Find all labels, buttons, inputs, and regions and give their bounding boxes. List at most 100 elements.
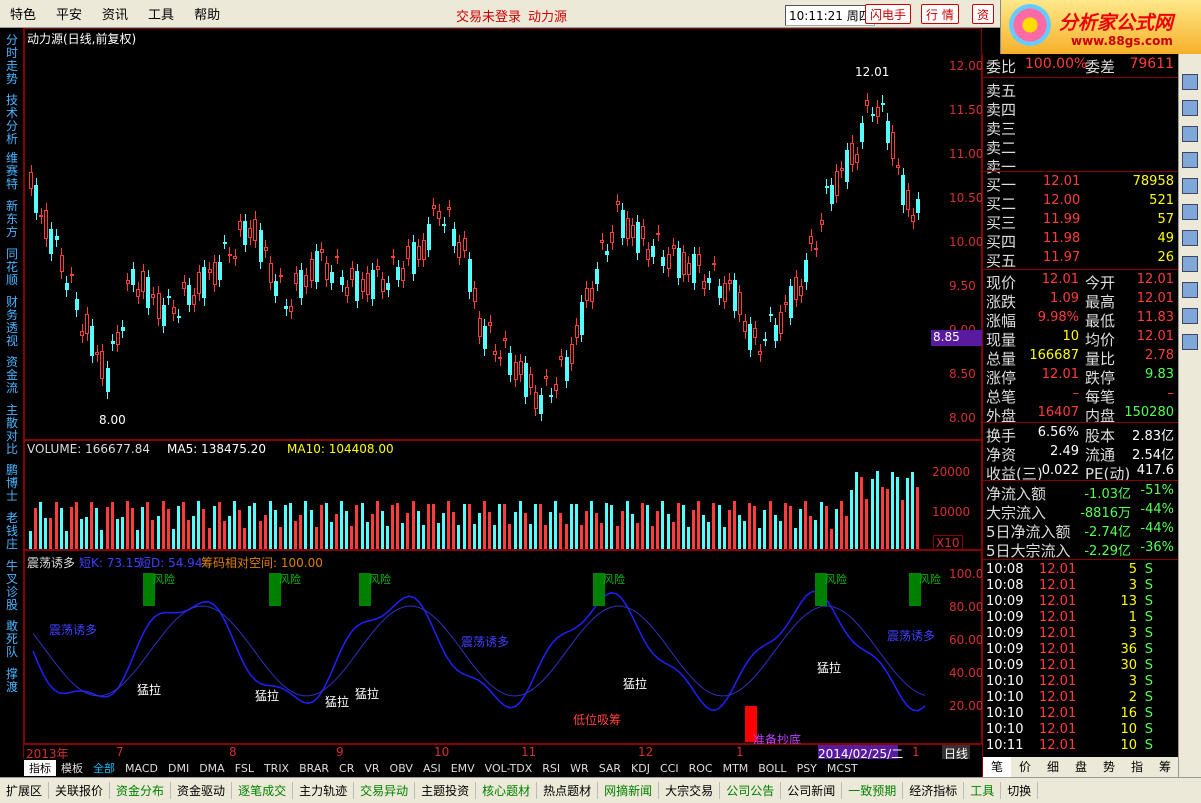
- volume-bar: [559, 512, 563, 549]
- module-tab[interactable]: 主题投资: [415, 782, 477, 799]
- module-tab[interactable]: 公司新闻: [781, 782, 843, 799]
- login-status[interactable]: 交易未登录: [456, 6, 521, 25]
- sq-icon[interactable]: [1182, 334, 1198, 350]
- quote-button[interactable]: 行 情: [921, 4, 959, 24]
- indicator-tab[interactable]: ASI: [418, 762, 446, 775]
- module-tab[interactable]: 公司公告: [720, 782, 782, 799]
- indicator-tab[interactable]: SAR: [594, 762, 626, 775]
- low-price-label: 8.00: [99, 413, 126, 427]
- tab-gansidui[interactable]: 敢死队: [4, 620, 20, 659]
- module-tab[interactable]: 网摘新闻: [598, 782, 660, 799]
- candle-body: [906, 189, 911, 211]
- bars-icon[interactable]: [1182, 100, 1198, 116]
- volume-bar: [421, 525, 425, 549]
- tab-weisaite[interactable]: 维赛特: [4, 152, 20, 191]
- tab-baidu[interactable]: 撑渡: [4, 668, 20, 694]
- module-tab[interactable]: 资金分布: [110, 782, 172, 799]
- line-icon[interactable]: [1182, 126, 1198, 142]
- tab-pengboshi[interactable]: 鹏博士: [4, 464, 20, 503]
- module-tab[interactable]: 经济指标: [903, 782, 965, 799]
- indicator-tab[interactable]: DMA: [194, 762, 230, 775]
- indicator-tab[interactable]: EMV: [446, 762, 480, 775]
- indicator-tab[interactable]: WR: [565, 762, 594, 775]
- module-tab[interactable]: 关联报价: [49, 782, 111, 799]
- quote-tab[interactable]: 盘: [1067, 757, 1095, 777]
- volume-chart[interactable]: VOLUME: 166677.84 MA5: 138475.20 MA10: 1…: [24, 440, 982, 551]
- indicator-tab[interactable]: RSI: [537, 762, 565, 775]
- info-button[interactable]: 资: [972, 4, 995, 24]
- kn-icon[interactable]: [1182, 204, 1198, 220]
- tab-diagnosis[interactable]: 牛叉诊股: [4, 560, 20, 612]
- tab-tonghuashun[interactable]: 同花顺: [4, 248, 20, 287]
- indicator-tab[interactable]: 模板: [56, 760, 88, 776]
- tab-fundflow[interactable]: 资金流: [4, 356, 20, 395]
- x-icon[interactable]: [1182, 282, 1198, 298]
- indicator-tab[interactable]: 指标: [24, 760, 56, 776]
- tab-technical[interactable]: 技术分析: [4, 94, 20, 146]
- indicator-tab[interactable]: KDJ: [626, 762, 655, 775]
- indicator-chart[interactable]: 震荡诱多 短K: 73.15 短D: 54.94 筹码相对空间: 100.00 …: [24, 550, 991, 747]
- price-chart[interactable]: 动力源(日线,前复权) 12.00 11.50 11.00 10.50 10.00 9.5…: [24, 28, 983, 440]
- quote-tab[interactable]: 筹: [1151, 757, 1179, 777]
- volume-bar: [768, 501, 772, 549]
- fi-icon[interactable]: [1182, 178, 1198, 194]
- flash-order-button[interactable]: 闪电手: [865, 4, 912, 24]
- module-tab[interactable]: 一致预期: [842, 782, 904, 799]
- fundamental-value: 2.83亿: [1132, 429, 1174, 444]
- module-tab[interactable]: 热点题材: [537, 782, 599, 799]
- indicator-tab[interactable]: BOLL: [753, 762, 791, 775]
- module-tab[interactable]: 扩展区: [0, 782, 50, 799]
- module-tab[interactable]: 逐笔成交: [232, 782, 294, 799]
- quote-tab[interactable]: 势: [1095, 757, 1123, 777]
- menu-item-news[interactable]: 资讯: [92, 4, 138, 23]
- module-tab[interactable]: 资金驱动: [171, 782, 233, 799]
- dot-icon[interactable]: [1182, 74, 1198, 90]
- sell-level-label: 卖四: [986, 101, 1017, 119]
- quote-tab[interactable]: 价: [1011, 757, 1039, 777]
- indicator-tab[interactable]: DMI: [163, 762, 194, 775]
- plus-icon[interactable]: [1182, 308, 1198, 324]
- indicator-tab[interactable]: MCST: [822, 762, 863, 775]
- menu-item-pingan[interactable]: 平安: [46, 4, 92, 23]
- tab-laoqianzhuang[interactable]: 老钱庄: [4, 512, 20, 551]
- cs-icon[interactable]: [1182, 152, 1198, 168]
- indicator-tab[interactable]: VOL-TDX: [480, 762, 538, 775]
- module-tab[interactable]: 主力轨迹: [293, 782, 355, 799]
- tab-intraday[interactable]: 分时走势: [4, 34, 20, 86]
- module-tab[interactable]: 工具: [964, 782, 1002, 799]
- volume-bar: [472, 523, 476, 549]
- menu-item-tools[interactable]: 工具: [138, 4, 184, 23]
- module-tab[interactable]: 核心题材: [476, 782, 538, 799]
- volume-label: VOLUME: 166677.84: [27, 442, 150, 456]
- indicator-tab[interactable]: 全部: [88, 760, 120, 776]
- menu-item-help[interactable]: 帮助: [184, 4, 230, 23]
- indicator-tab[interactable]: TRIX: [259, 762, 294, 775]
- tab-xindongfang[interactable]: 新东方: [4, 200, 20, 239]
- candle-body: [641, 226, 645, 239]
- indicator-tab[interactable]: MTM: [718, 762, 754, 775]
- volume-bar: [804, 501, 808, 549]
- quote-tab[interactable]: 细: [1039, 757, 1067, 777]
- indicator-tab[interactable]: PSY: [792, 762, 822, 775]
- indicator-tab[interactable]: ROC: [684, 762, 718, 775]
- wr-icon[interactable]: [1182, 230, 1198, 246]
- indicator-tab[interactable]: CR: [334, 762, 359, 775]
- indicator-tab[interactable]: MACD: [120, 762, 163, 775]
- tab-finance[interactable]: 财务透视: [4, 296, 20, 348]
- tab-main-retail[interactable]: 主散对比: [4, 404, 20, 456]
- rsi-icon[interactable]: [1182, 256, 1198, 272]
- indicator-tab[interactable]: FSL: [230, 762, 259, 775]
- candle-body: [386, 283, 390, 290]
- module-tab[interactable]: 大宗交易: [659, 782, 721, 799]
- quote-tab[interactable]: 指: [1123, 757, 1151, 777]
- indicator-tab[interactable]: OBV: [385, 762, 418, 775]
- indicator-tab[interactable]: CCI: [655, 762, 684, 775]
- indicator-tab[interactable]: VR: [359, 762, 384, 775]
- indicator-tab[interactable]: BRAR: [294, 762, 334, 775]
- module-tab[interactable]: 切换: [1001, 782, 1039, 799]
- high-price-label: 12.01: [855, 65, 890, 79]
- module-tab[interactable]: 交易异动: [354, 782, 416, 799]
- menu-item-features[interactable]: 特色: [0, 4, 46, 23]
- candle-body: [115, 332, 120, 345]
- quote-tab[interactable]: 笔: [983, 757, 1011, 777]
